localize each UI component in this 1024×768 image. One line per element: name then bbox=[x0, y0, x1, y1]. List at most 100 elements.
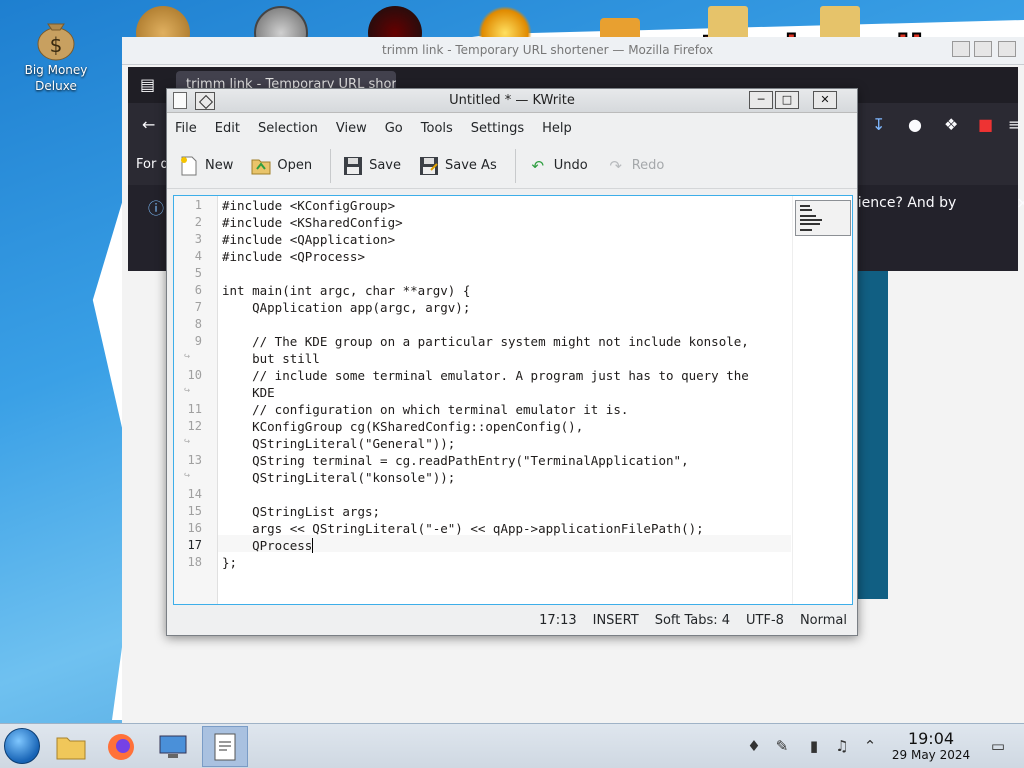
code-line: QStringLiteral("konsole")); bbox=[222, 470, 455, 485]
toolbar-separator bbox=[330, 148, 332, 183]
chevron-up-icon[interactable]: ⌃ bbox=[860, 736, 880, 756]
kwrite-window[interactable]: Untitled * — KWrite ─ □ ✕ File Edit Sele… bbox=[166, 88, 858, 636]
kwrite-titlebar[interactable]: Untitled * — KWrite ─ □ ✕ bbox=[167, 89, 857, 113]
close-icon[interactable]: × bbox=[1016, 193, 1024, 212]
indentation-setting[interactable]: Soft Tabs: 4 bbox=[655, 613, 730, 628]
close-button[interactable] bbox=[998, 41, 1016, 57]
taskbar-kwrite[interactable] bbox=[202, 726, 248, 767]
menu-selection[interactable]: Selection bbox=[258, 121, 318, 136]
volume-muted-icon[interactable]: ♫ bbox=[832, 736, 852, 756]
extensions-icon[interactable]: ❖ bbox=[944, 115, 958, 134]
taskbar: ♦ ✎ ▮ ♫ ⌃ 19:04 29 May 2024 ▭ bbox=[0, 723, 1024, 768]
line-number: 8 bbox=[194, 317, 202, 331]
text-editor[interactable]: 1 2 3 4 5 6 7 8 9 ↪ 10 ↪ 11 12 ↪ 13 ↪ 14 15 16 17 18 #include… bbox=[173, 195, 853, 605]
ublock-icon[interactable]: ■ bbox=[978, 115, 993, 134]
line-number: 10 bbox=[187, 368, 202, 382]
minimap-viewport[interactable] bbox=[795, 200, 851, 236]
battery-icon[interactable]: ▮ bbox=[804, 736, 824, 756]
line-number: 7 bbox=[194, 300, 202, 314]
money-bag-icon: $ bbox=[37, 23, 75, 61]
start-button[interactable] bbox=[4, 728, 40, 764]
open-label: Open bbox=[277, 158, 313, 173]
menu-tools[interactable]: Tools bbox=[421, 121, 453, 136]
code-line-text: QProcess bbox=[222, 538, 313, 553]
notice-text: rience? And by bbox=[852, 195, 957, 211]
menu-settings[interactable]: Settings bbox=[471, 121, 524, 136]
desktop-icon-big-money-deluxe[interactable]: $ Big Money Deluxe bbox=[16, 12, 96, 94]
save-as-button[interactable]: Save As bbox=[419, 156, 497, 176]
download-icon[interactable]: ↧ bbox=[872, 115, 885, 134]
code-line-text: // configuration on which terminal emula… bbox=[222, 402, 629, 417]
minimize-button[interactable] bbox=[952, 41, 970, 57]
code-line-text: QStringLiteral("General")); bbox=[222, 436, 456, 451]
code-line-text: QString terminal = cg.readPathEntry("Ter… bbox=[222, 453, 689, 468]
input-mode[interactable]: Normal bbox=[800, 613, 847, 628]
menu-icon[interactable]: ≡ bbox=[1008, 115, 1021, 134]
taskbar-file-manager[interactable] bbox=[48, 726, 94, 767]
new-button[interactable]: New bbox=[179, 156, 233, 176]
maximize-button[interactable] bbox=[974, 41, 992, 57]
undo-label: Undo bbox=[553, 158, 588, 173]
code-line: KDE bbox=[222, 385, 275, 400]
open-button[interactable]: Open bbox=[251, 156, 312, 176]
taskbar-system-monitor[interactable] bbox=[150, 726, 196, 767]
firefox-titlebar[interactable]: trimm link - Temporary URL shortener — M… bbox=[122, 37, 1024, 65]
firefox-title: trimm link - Temporary URL shortener — M… bbox=[382, 43, 714, 57]
clock-time: 19:04 bbox=[907, 729, 955, 748]
minimap[interactable] bbox=[792, 196, 852, 604]
line-number-gutter: 1 2 3 4 5 6 7 8 9 ↪ 10 ↪ 11 12 ↪ 13 ↪ 14 15 16 17 18 bbox=[174, 196, 218, 604]
maximize-button[interactable]: □ bbox=[775, 91, 799, 109]
wrap-indicator-icon: ↪ bbox=[184, 351, 191, 362]
line-number: 1 bbox=[194, 198, 202, 212]
code-line-text: // The KDE group on a particular system … bbox=[222, 334, 749, 349]
account-icon[interactable]: ● bbox=[908, 115, 922, 134]
save-as-label: Save As bbox=[445, 158, 497, 173]
encoding[interactable]: UTF-8 bbox=[746, 613, 784, 628]
line-number: 5 bbox=[194, 266, 202, 280]
clock[interactable]: 19:04 29 May 2024 bbox=[888, 729, 974, 763]
menu-file[interactable]: File bbox=[175, 121, 197, 136]
menu-view[interactable]: View bbox=[336, 121, 367, 136]
cursor-position[interactable]: 17:13 bbox=[539, 613, 576, 628]
code-line: KConfigGroup cg(KSharedConfig::openConfi… bbox=[222, 419, 583, 434]
clipboard-icon[interactable]: ✎ bbox=[772, 736, 792, 756]
wrap-indicator-icon: ↪ bbox=[184, 436, 191, 447]
edit-mode[interactable]: INSERT bbox=[593, 613, 639, 628]
show-desktop-icon[interactable]: ▭ bbox=[988, 736, 1008, 756]
line-number: 18 bbox=[187, 555, 202, 569]
code-line-text: #include <KSharedConfig> bbox=[222, 215, 403, 230]
code-line-text: KConfigGroup cg(KSharedConfig::openConfi… bbox=[222, 419, 584, 434]
notifications-icon[interactable]: ♦ bbox=[744, 736, 764, 756]
redo-button[interactable]: ↷ Redo bbox=[606, 156, 664, 176]
undo-button[interactable]: ↶ Undo bbox=[528, 156, 588, 176]
code-line: but still bbox=[222, 351, 320, 366]
back-icon[interactable]: ← bbox=[142, 115, 155, 134]
taskbar-firefox[interactable] bbox=[98, 726, 144, 767]
code-line: #include <QProcess> bbox=[222, 249, 365, 264]
menu-edit[interactable]: Edit bbox=[215, 121, 240, 136]
code-line-text: QApplication app(argc, argv); bbox=[222, 300, 471, 315]
code-line-text: int main(int argc, char **argv) { bbox=[222, 283, 471, 298]
minimize-button[interactable]: ─ bbox=[749, 91, 773, 109]
menu-help[interactable]: Help bbox=[542, 121, 572, 136]
kwrite-icon bbox=[214, 733, 236, 760]
wrap-indicator-icon: ↪ bbox=[184, 385, 191, 396]
code-line-text: #include <KConfigGroup> bbox=[222, 198, 396, 213]
svg-text:$: $ bbox=[50, 33, 63, 57]
save-as-icon bbox=[419, 156, 439, 176]
code-line: // configuration on which terminal emula… bbox=[222, 402, 628, 417]
desktop-icon-label: Big Money Deluxe bbox=[24, 63, 88, 93]
tab-list-icon[interactable]: ▤ bbox=[140, 75, 155, 94]
bar-text: For q bbox=[136, 157, 169, 172]
close-button[interactable]: ✕ bbox=[813, 91, 837, 109]
code-line-text: QStringLiteral("konsole")); bbox=[222, 470, 456, 485]
save-button[interactable]: Save bbox=[343, 156, 401, 176]
firefox-icon bbox=[108, 733, 134, 760]
code-line-text: but still bbox=[222, 351, 320, 366]
code-line-text: }; bbox=[222, 555, 238, 570]
code-line-text: // include some terminal emulator. A pro… bbox=[222, 368, 749, 383]
main-toolbar: New Open Save Save As ↶ Undo ↷ Redo bbox=[167, 143, 857, 189]
code-line: // The KDE group on a particular system … bbox=[222, 334, 749, 349]
line-number: 4 bbox=[194, 249, 202, 263]
menu-go[interactable]: Go bbox=[385, 121, 403, 136]
